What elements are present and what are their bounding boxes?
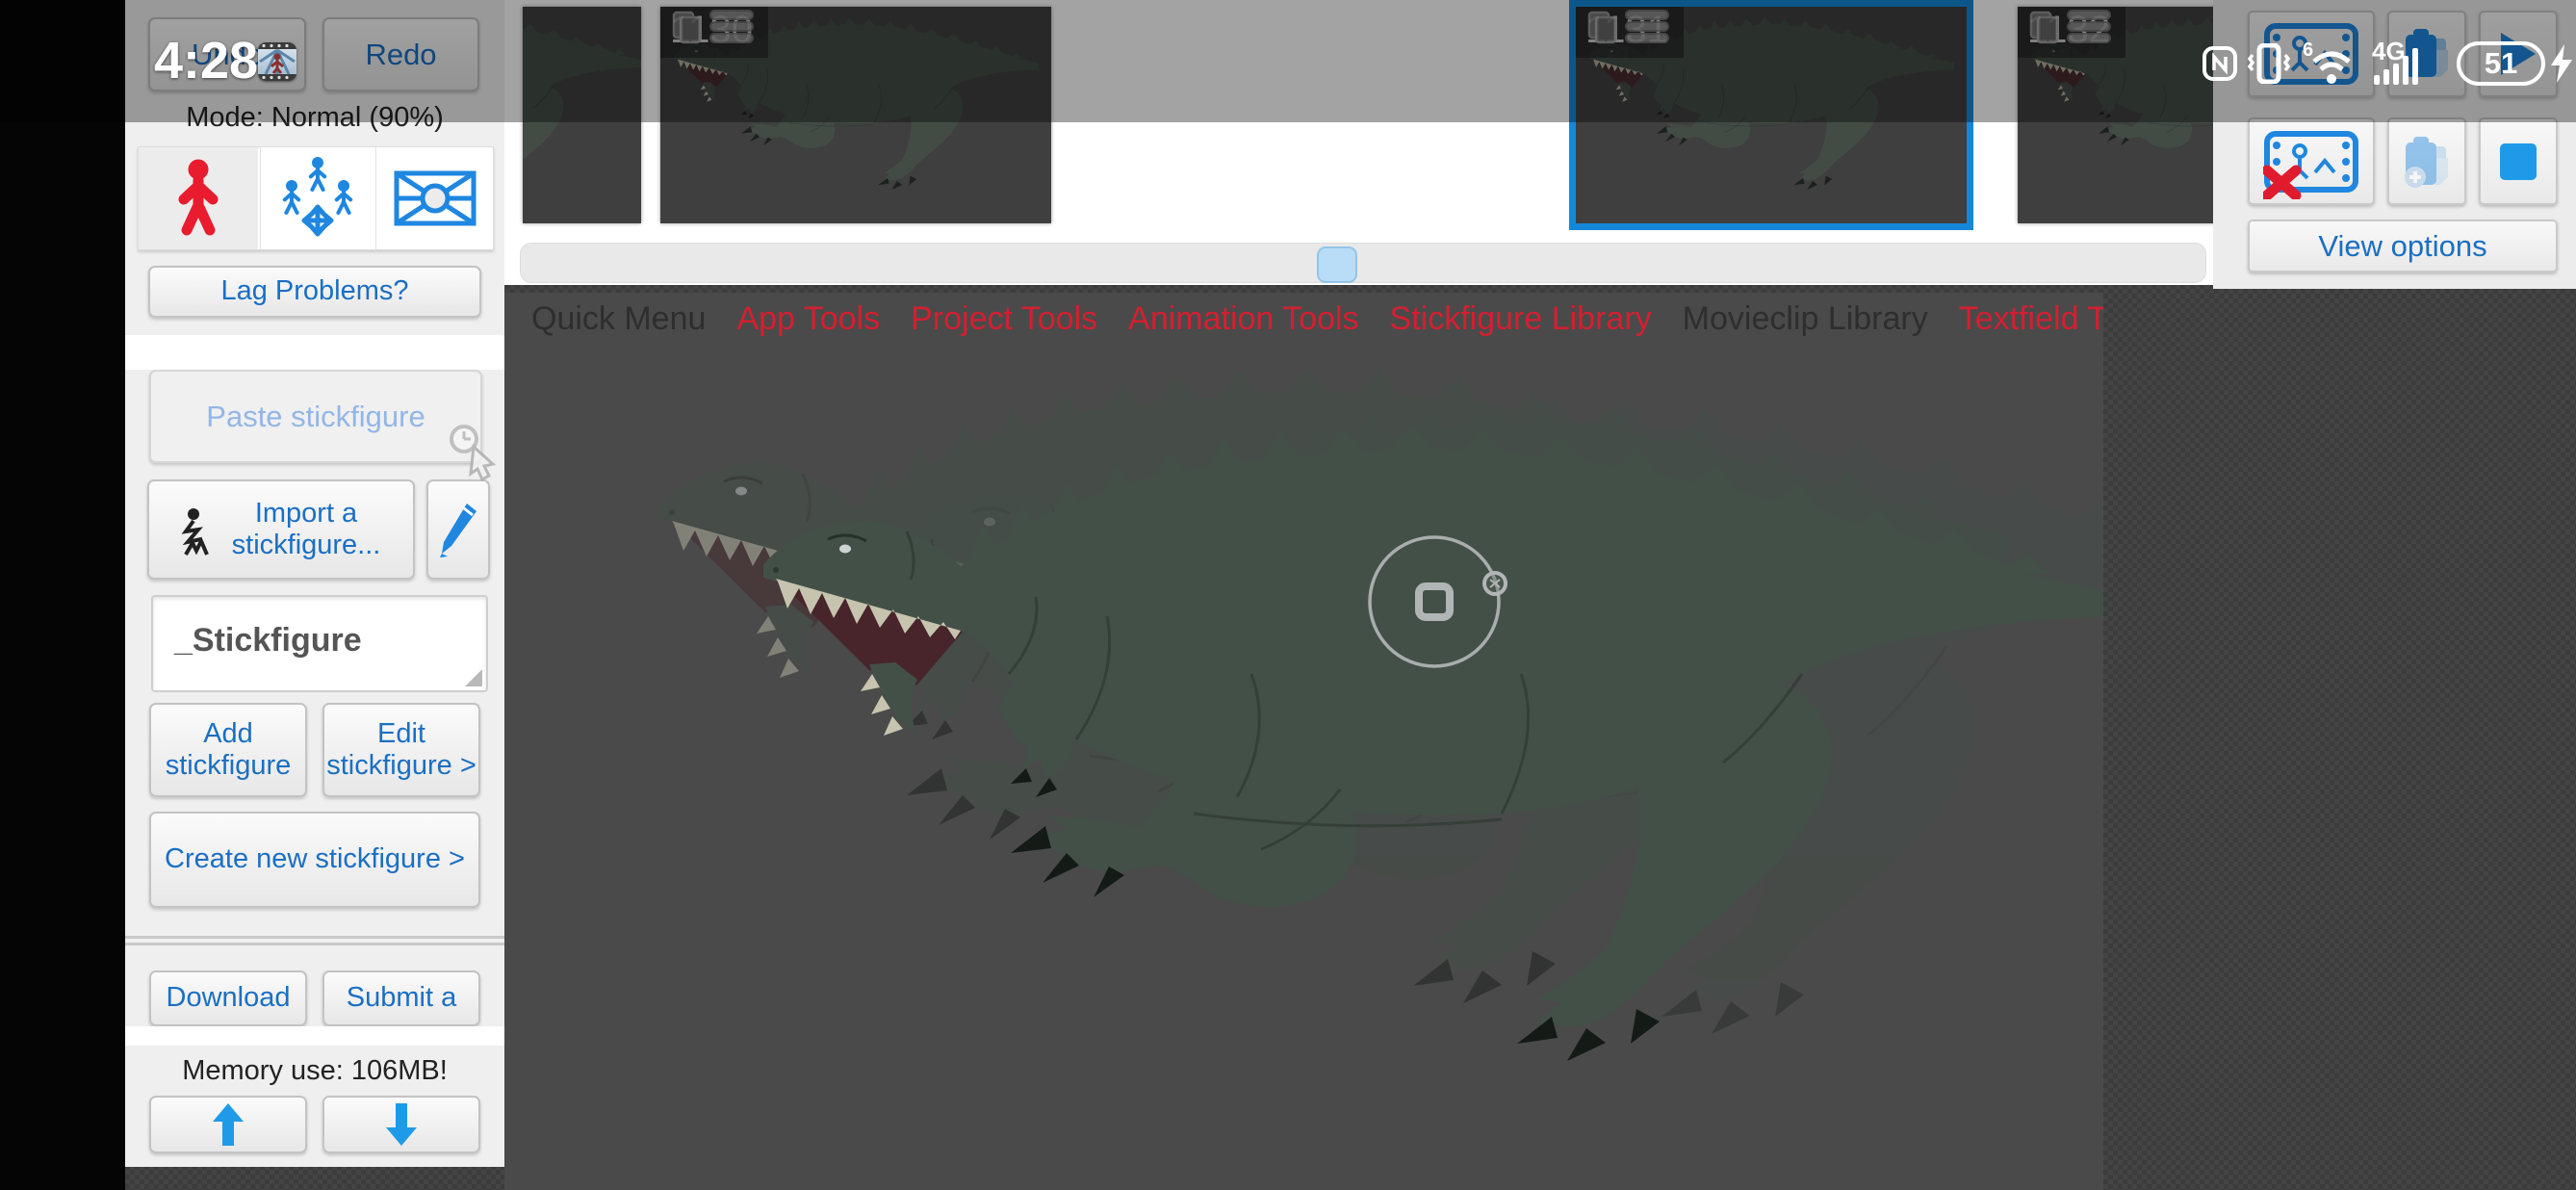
delete-frame-button[interactable] xyxy=(2248,117,2375,205)
left-letterbox xyxy=(0,0,125,1190)
timeline-scrollbar-handle[interactable] xyxy=(1317,246,1357,283)
edit-pencil-icon xyxy=(438,502,478,557)
wifi-icon: 6 xyxy=(2301,40,2362,87)
stickfigure-name-value: _Stickfigure xyxy=(174,622,362,660)
paste-frame-icon xyxy=(2402,135,2452,189)
import-stickfigure-button[interactable]: Import a stickfigure... xyxy=(147,479,415,580)
lag-problems-button[interactable]: Lag Problems? xyxy=(148,266,481,318)
svg-text:4G: 4G xyxy=(2372,39,2406,65)
section-divider xyxy=(125,943,504,945)
download-button[interactable]: Download xyxy=(149,970,307,1026)
nfc-icon xyxy=(2202,46,2237,81)
canvas-scene xyxy=(504,293,2103,1190)
movieclip-tool-button[interactable] xyxy=(375,147,493,249)
stop-button[interactable] xyxy=(2479,117,2558,205)
movieclip-tool-icon xyxy=(394,170,477,226)
busy-cursor-icon xyxy=(443,422,506,485)
charging-bolt-icon xyxy=(2549,44,2574,83)
svg-text:6: 6 xyxy=(2303,40,2313,61)
scroll-up-button[interactable] xyxy=(149,1096,307,1153)
delete-frame-icon xyxy=(2263,124,2359,199)
stickfigure-tool-button[interactable] xyxy=(139,147,258,249)
import-stickfigure-icon xyxy=(180,508,213,556)
stickfigure-name-input[interactable]: _Stickfigure xyxy=(151,595,488,692)
stickfigure-tool-icon xyxy=(171,159,225,238)
app-notification-icon xyxy=(258,42,296,81)
animation-canvas[interactable]: Quick Menu App Tools Project Tools Anima… xyxy=(504,293,2103,1190)
submit-button[interactable]: Submit a xyxy=(322,970,480,1026)
multi-figure-tool-icon xyxy=(282,157,353,240)
multi-figure-tool-button[interactable] xyxy=(260,147,374,249)
screen: Undo Redo Mode: Normal (90%) xyxy=(0,0,2576,1190)
create-stickfigure-button[interactable]: Create new stickfigure > xyxy=(149,812,480,908)
memory-label: Memory use: 106MB! xyxy=(125,1055,504,1087)
paste-stickfigure-button[interactable]: Paste stickfigure xyxy=(149,370,482,463)
status-dim-overlay xyxy=(0,0,2576,122)
sidebar: Undo Redo Mode: Normal (90%) xyxy=(125,0,504,1167)
up-arrow-icon xyxy=(212,1102,245,1147)
divider-band xyxy=(125,335,504,370)
scroll-down-button[interactable] xyxy=(322,1096,480,1153)
import-stickfigure-label: Import a stickfigure... xyxy=(199,498,413,562)
resize-handle-icon[interactable] xyxy=(465,669,482,686)
vibrate-icon xyxy=(2247,43,2291,84)
section-divider xyxy=(125,936,504,939)
status-icons: 6 4G 51 xyxy=(2202,39,2574,89)
battery-icon: 51 xyxy=(2457,41,2574,86)
divider-band xyxy=(125,1026,504,1046)
battery-percent: 51 xyxy=(2485,46,2517,81)
tool-selector xyxy=(138,146,494,250)
edit-pencil-button[interactable] xyxy=(426,479,490,580)
stop-icon xyxy=(2499,142,2537,181)
view-options-button[interactable]: View options xyxy=(2248,220,2558,272)
edit-stickfigure-button[interactable]: Edit stickfigure > xyxy=(322,703,480,797)
down-arrow-icon xyxy=(385,1102,418,1147)
status-clock: 4:28 xyxy=(154,31,258,91)
paste-frame-button[interactable] xyxy=(2387,117,2466,205)
timeline-scrollbar[interactable] xyxy=(520,243,2206,283)
signal-icon: 4G xyxy=(2372,39,2447,89)
add-stickfigure-button[interactable]: Add stickfigure xyxy=(149,703,307,797)
